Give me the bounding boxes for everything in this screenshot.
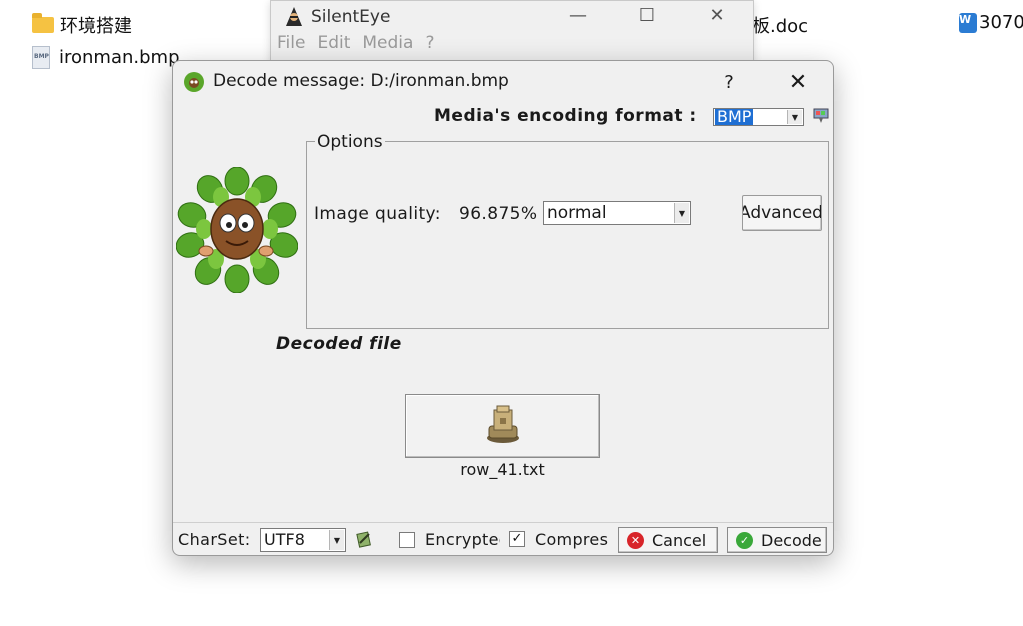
folder-icon xyxy=(32,13,54,33)
minimize-button[interactable]: — xyxy=(555,1,601,29)
desktop-item-label: ironman.bmp xyxy=(59,47,180,68)
encoding-format-label: Media's encoding format : xyxy=(434,106,697,126)
dialog-title: Decode message: D:/ironman.bmp xyxy=(213,71,509,91)
menu-help[interactable]: ? xyxy=(425,33,434,53)
decode-button[interactable]: ✓ Decode xyxy=(727,527,827,553)
encoding-format-value: BMP xyxy=(715,107,754,126)
decode-button-label: Decode xyxy=(761,530,822,550)
decoded-file-name: row_41.txt xyxy=(460,460,545,479)
advanced-button[interactable]: Advanced xyxy=(742,195,822,231)
charset-label: CharSet: xyxy=(178,530,251,549)
mascot-leaves-image xyxy=(175,166,299,294)
close-button[interactable]: ✕ xyxy=(694,1,740,29)
format-settings-icon[interactable] xyxy=(813,108,829,124)
encoding-format-select[interactable]: BMP ▼ xyxy=(713,108,804,126)
menu-edit[interactable]: Edit xyxy=(317,33,350,53)
main-window-title: SilentEye xyxy=(311,7,391,27)
image-quality-value: 96.875% xyxy=(459,204,538,224)
compress-checkbox[interactable]: ✓ xyxy=(509,531,525,547)
bmp-file-icon xyxy=(32,46,50,69)
decoded-file-label: Decoded file xyxy=(276,334,402,354)
maximize-button[interactable]: ☐ xyxy=(624,1,670,29)
chevron-down-icon: ▼ xyxy=(674,203,689,223)
desktop-item-label: 3070 xyxy=(979,12,1023,33)
encrypted-label: Encrypted xyxy=(425,530,500,549)
chevron-down-icon: ▼ xyxy=(787,110,802,124)
charset-value: UTF8 xyxy=(264,530,305,549)
options-group: Options xyxy=(306,132,829,329)
cancel-icon: ✕ xyxy=(627,531,644,549)
help-button[interactable]: ? xyxy=(714,67,744,97)
silenteye-main-window: SilentEye — ☐ ✕ File Edit Media ? xyxy=(270,0,754,68)
menu-media[interactable]: Media xyxy=(362,33,413,53)
encrypted-checkbox[interactable] xyxy=(399,532,415,548)
image-quality-label: Image quality: xyxy=(314,204,441,224)
cancel-button[interactable]: ✕ Cancel xyxy=(618,527,718,553)
charset-edit-icon[interactable] xyxy=(355,530,373,548)
main-window-titlebar: SilentEye xyxy=(271,1,753,33)
desktop-item-ironman-bmp[interactable]: ironman.bmp xyxy=(32,46,180,69)
archive-box-icon xyxy=(487,405,519,443)
dialog-app-icon xyxy=(183,71,205,93)
options-legend: Options xyxy=(315,132,385,152)
decode-dialog: Decode message: D:/ironman.bmp ? ✕ Media… xyxy=(172,60,834,556)
menu-file[interactable]: File xyxy=(277,33,305,53)
decoded-file-button[interactable] xyxy=(405,394,600,458)
checkmark-icon: ✓ xyxy=(736,531,753,549)
quality-mode-select[interactable]: normal ▼ xyxy=(543,201,691,225)
desktop-item-doc[interactable]: 板.doc xyxy=(752,12,808,38)
word-file-icon: W xyxy=(959,12,977,33)
compress-label: Compress xyxy=(535,530,609,549)
main-menubar: File Edit Media ? xyxy=(271,33,753,53)
cancel-button-label: Cancel xyxy=(652,530,707,550)
silenteye-app-icon xyxy=(283,6,305,28)
desktop-item-folder[interactable]: 环境搭建 xyxy=(32,12,132,38)
dialog-close-button[interactable]: ✕ xyxy=(781,67,815,97)
desktop-item-label: 环境搭建 xyxy=(60,16,132,37)
desktop-item-word[interactable]: W 3070 xyxy=(959,12,1023,33)
desktop-item-label: 板.doc xyxy=(752,16,809,37)
charset-select[interactable]: UTF8 ▼ xyxy=(260,528,346,552)
chevron-down-icon: ▼ xyxy=(329,530,344,550)
dialog-titlebar: Decode message: D:/ironman.bmp ? ✕ xyxy=(173,61,833,103)
quality-mode-value: normal xyxy=(547,203,607,223)
